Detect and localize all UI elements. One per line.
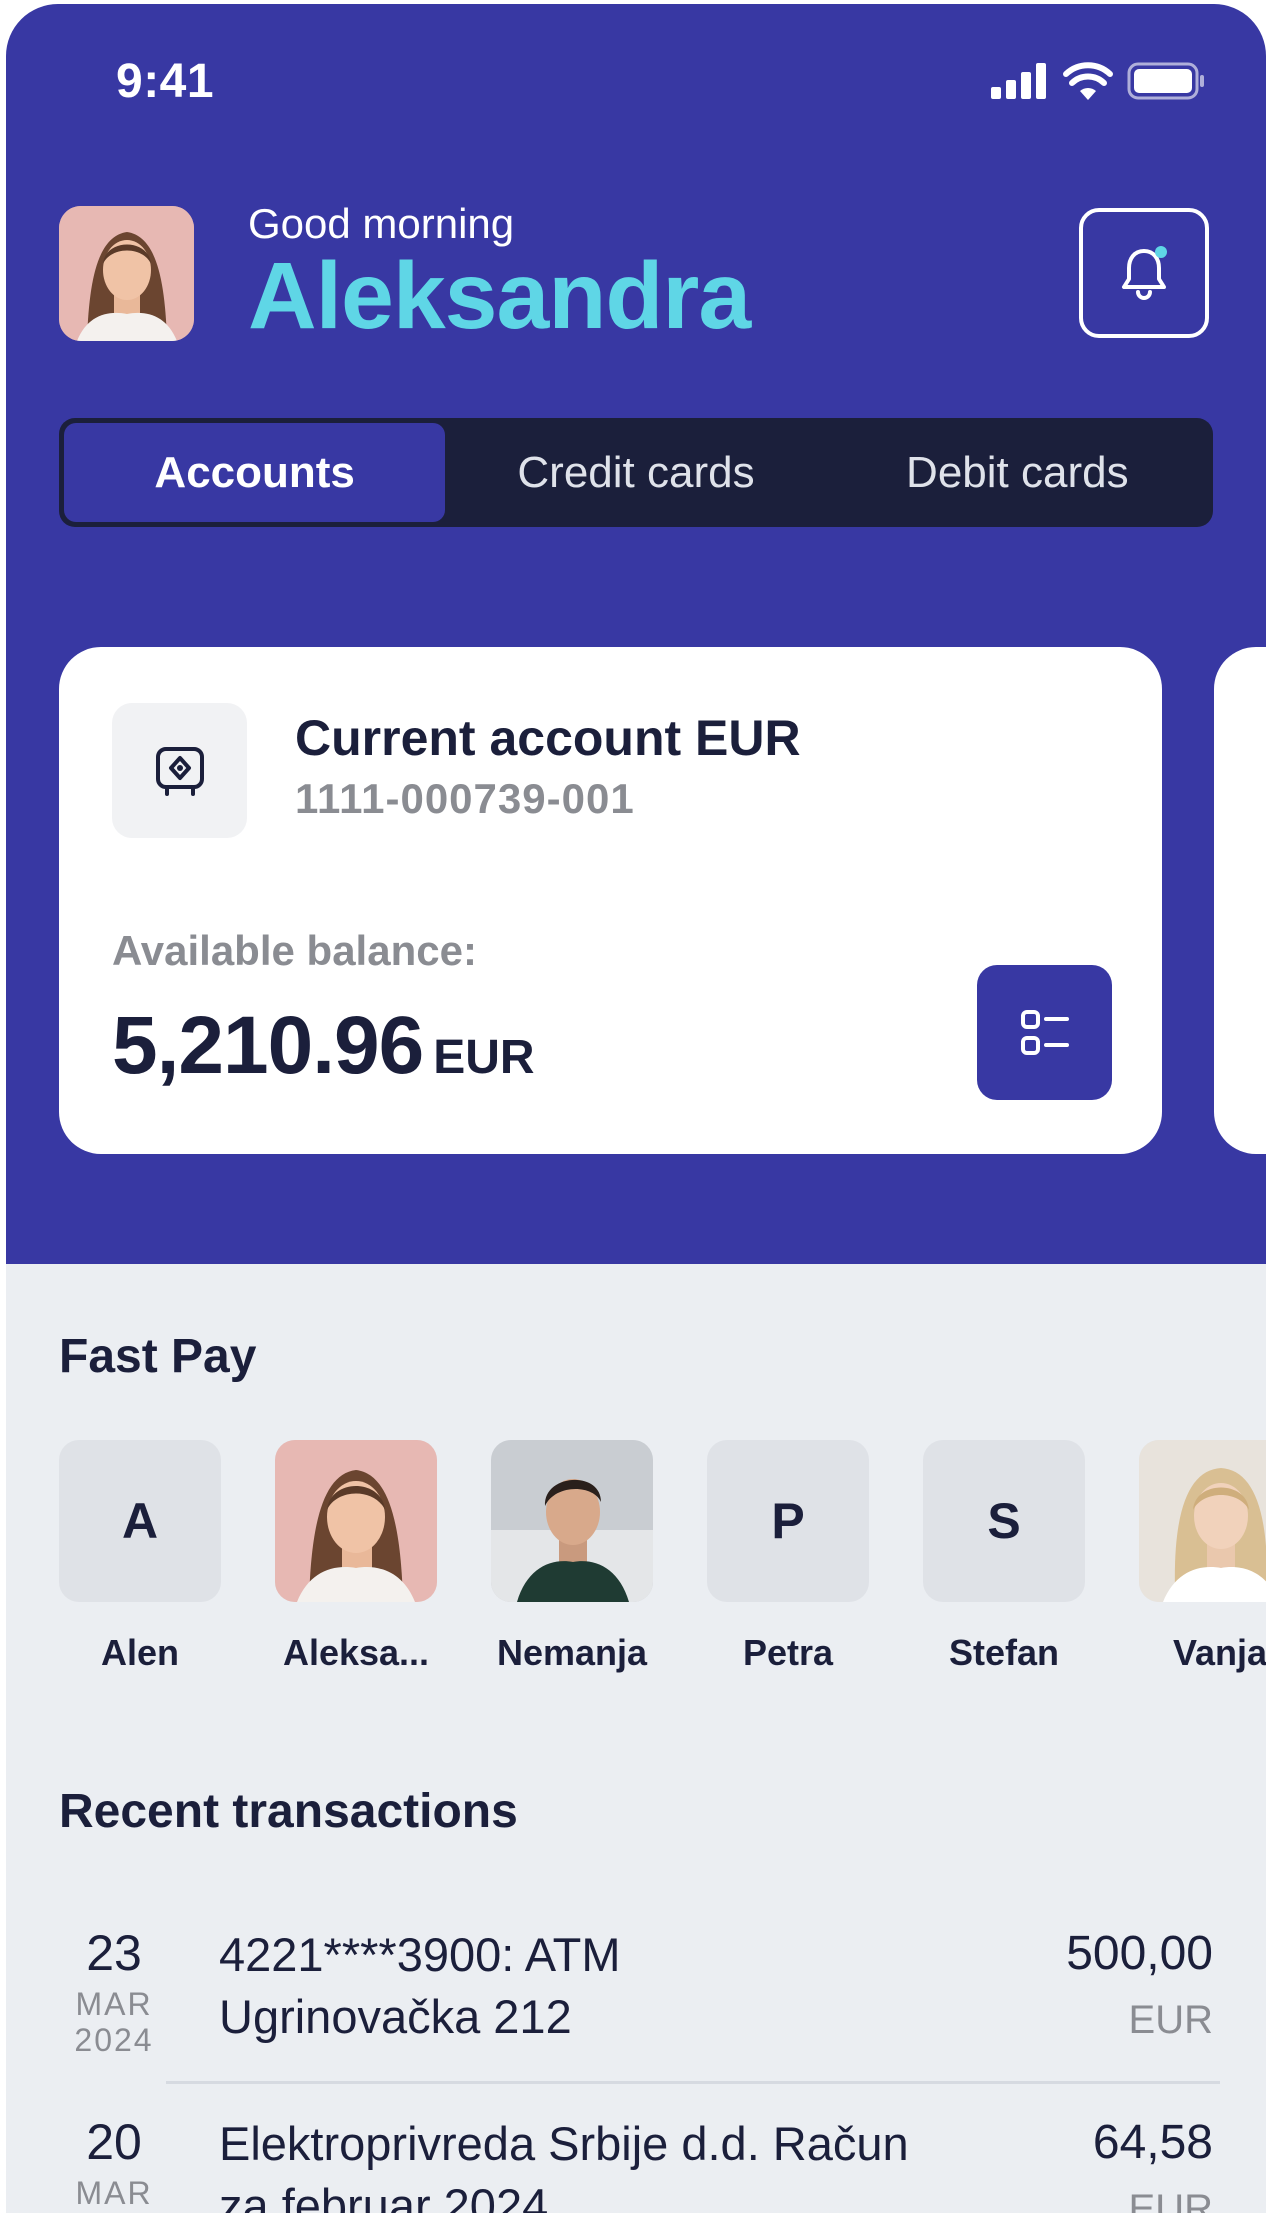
- wifi-icon: [1063, 62, 1113, 100]
- account-details-button[interactable]: [977, 965, 1112, 1100]
- transaction-currency: EUR: [1128, 1998, 1213, 2042]
- transaction-description: Elektroprivreda Srbije d.d. Račun za feb…: [219, 2113, 1009, 2213]
- contact-vanja[interactable]: Vanja: [1139, 1440, 1266, 1674]
- battery-icon: [1127, 62, 1204, 100]
- recent-transactions-title: Recent transactions: [59, 1785, 518, 1838]
- account-type-tabs: Accounts Credit cards Debit cards: [59, 418, 1213, 527]
- transaction-amount: 500,00: [1066, 1927, 1213, 1980]
- tab-credit-cards[interactable]: Credit cards: [445, 423, 826, 522]
- transaction-amount-block: 64,58 EUR: [1093, 2119, 1213, 2213]
- transaction-description-line2: Ugrinovačka 212: [219, 1990, 572, 2043]
- transaction-description-line2: za februar 2024: [219, 2179, 549, 2213]
- contact-name: Stefan: [948, 1632, 1060, 1673]
- contact-name: Aleksa...: [282, 1632, 430, 1673]
- transaction-description-line1: 4221****3900: ATM: [219, 1928, 621, 1981]
- contact-stefan[interactable]: S Stefan: [923, 1440, 1085, 1674]
- contact-photo: [275, 1440, 437, 1602]
- contact-nemanja[interactable]: Nemanja: [491, 1440, 653, 1674]
- transaction-month: MAR: [75, 1986, 153, 2022]
- bell-icon: [1122, 246, 1167, 300]
- contact-name: Vanja: [1172, 1632, 1266, 1673]
- notification-dot: [1155, 246, 1167, 258]
- balance-value: 5,210.96: [112, 1000, 424, 1091]
- notifications-button[interactable]: [1079, 208, 1209, 338]
- safe-icon: [155, 746, 204, 796]
- user-avatar[interactable]: [59, 206, 194, 341]
- transaction-currency: EUR: [1128, 2187, 1213, 2213]
- transaction-description-line1: Elektroprivreda Srbije d.d. Račun: [219, 2117, 909, 2170]
- contact-initial: P: [707, 1440, 869, 1602]
- account-name: Current account EUR: [295, 710, 801, 766]
- balance-amount: 5,210.96 EUR: [112, 999, 535, 1093]
- account-icon-box: [112, 703, 247, 838]
- header-panel: 9:41 Good morning Aleksandra Accounts Cr…: [6, 4, 1266, 1264]
- transaction-date: 20 MAR 2024: [59, 2117, 169, 2213]
- account-card[interactable]: Current account EUR 1111-000739-001 Avai…: [59, 647, 1162, 1154]
- transaction-day: 20: [86, 2114, 142, 2170]
- transaction-day: 23: [86, 1925, 142, 1981]
- balance-currency: EUR: [433, 1031, 535, 1084]
- fast-pay-contacts: A Alen Aleksa... Nemanja P Petra S Stefa…: [59, 1440, 1266, 1674]
- transaction-divider: [166, 2081, 1220, 2084]
- contact-photo: [1139, 1440, 1266, 1602]
- contact-petra[interactable]: P Petra: [707, 1440, 869, 1674]
- contact-photo: [491, 1440, 653, 1602]
- user-name: Aleksandra: [248, 243, 751, 349]
- status-icons: [991, 62, 1205, 100]
- transaction-description: 4221****3900: ATM Ugrinovačka 212: [219, 1924, 1009, 2048]
- tab-accounts[interactable]: Accounts: [64, 423, 446, 522]
- greeting-text: Good morning: [248, 200, 515, 247]
- contact-name: Alen: [100, 1632, 179, 1673]
- status-time: 9:41: [116, 55, 215, 108]
- tab-debit-cards[interactable]: Debit cards: [827, 423, 1208, 522]
- contact-aleksandra[interactable]: Aleksa...: [275, 1440, 437, 1674]
- transaction-amount-block: 500,00 EUR: [1066, 1927, 1213, 2042]
- contact-name: Petra: [742, 1632, 834, 1673]
- contact-name: Nemanja: [496, 1632, 648, 1673]
- contact-alen[interactable]: A Alen: [59, 1440, 221, 1674]
- transaction-year: 2024: [74, 2022, 154, 2058]
- transaction-amount: 64,58: [1092, 2116, 1213, 2169]
- transaction-date: 23 MAR 2024: [59, 1928, 169, 2056]
- contact-initial: A: [59, 1440, 221, 1602]
- fast-pay-title: Fast Pay: [59, 1330, 257, 1383]
- signal-icon: [991, 63, 1046, 99]
- transaction-month: MAR: [75, 2175, 153, 2211]
- contact-initial: S: [923, 1440, 1085, 1602]
- list-icon: [1020, 1009, 1069, 1055]
- account-number: 1111-000739-001: [295, 775, 635, 822]
- app-screen: 9:41 Good morning Aleksandra Accounts Cr…: [6, 4, 1266, 2213]
- next-account-card[interactable]: [1214, 647, 1266, 1154]
- balance-label: Available balance:: [112, 927, 477, 974]
